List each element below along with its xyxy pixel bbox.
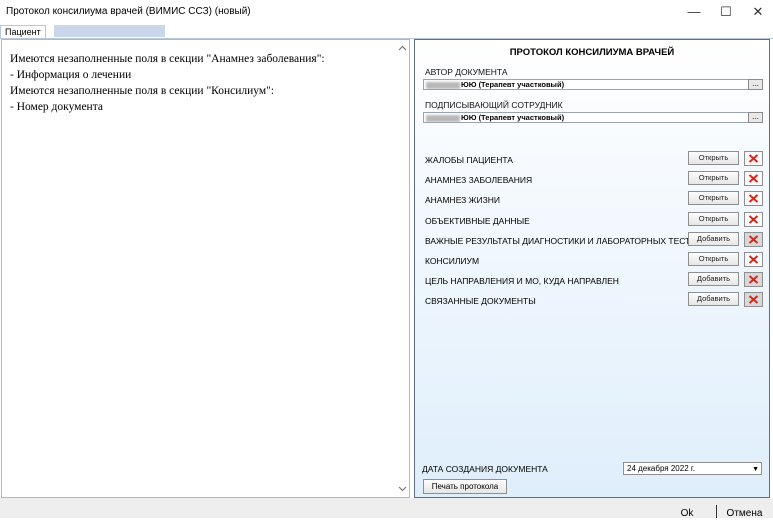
validation-line: Имеются незаполненные поля в секции "Кон… [10,85,275,97]
section-delete-button[interactable] [744,292,763,307]
section-action-button[interactable]: Открыть [688,151,739,165]
minimize-button[interactable]: — [679,0,709,24]
section-label: ВАЖНЫЕ РЕЗУЛЬТАТЫ ДИАГНОСТИКИ И ЛАБОРАТО… [425,236,703,246]
redacted-name [426,114,460,122]
validation-line: - Информация о лечении [10,69,132,81]
section-delete-button[interactable] [744,232,763,247]
date-value: 24 декабря 2022 г. [627,464,696,473]
section-action-button[interactable]: Открыть [688,212,739,226]
section-label: КОНСИЛИУМ [425,256,480,266]
red-x-icon [748,255,759,264]
author-value: (Терапевт участковый) [478,80,565,89]
validation-messages: Имеются незаполненные поля в секции "Ана… [10,51,390,115]
red-x-icon [748,235,759,244]
section-delete-button[interactable] [744,171,763,186]
section-action-button[interactable]: Добавить [688,292,739,306]
panel-title: ПРОТОКОЛ КОНСИЛИУМА ВРАЧЕЙ [509,47,675,58]
cancel-button[interactable]: Отмена [716,505,772,519]
red-x-icon [748,295,759,304]
author-browse-button[interactable]: ... [748,79,763,90]
section-action-button[interactable]: Открыть [688,171,739,185]
section-action-button[interactable]: Открыть [688,191,739,205]
signer-suffix: ЮЮ [461,113,477,122]
ok-button[interactable]: Ok [661,505,713,519]
chevron-up-icon[interactable] [395,42,409,54]
signer-value: (Терапевт участковый) [478,113,565,122]
redacted-name [426,81,460,89]
vertical-scrollbar[interactable] [395,40,409,497]
author-suffix: ЮЮ [461,80,477,89]
close-button[interactable]: ✕ [743,0,773,24]
section-action-button[interactable]: Добавить [688,232,739,246]
section-label: ЦЕЛЬ НАПРАВЛЕНИЯ И МО, КУДА НАПРАВЛЕН [425,276,619,286]
section-label: АНАМНЕЗ ЗАБОЛЕВАНИЯ [425,175,533,185]
window-title: Протокол консилиума врачей (ВИМИС ССЗ) (… [6,6,251,17]
signer-field[interactable]: ЮЮ (Терапевт участковый) [423,112,761,123]
section-delete-button[interactable] [744,151,763,166]
date-select[interactable]: 24 декабря 2022 г. ▼ [623,462,762,475]
validation-line: - Номер документа [10,101,103,113]
section-label: ЖАЛОБЫ ПАЦИЕНТА [425,155,513,165]
author-field[interactable]: ЮЮ (Терапевт участковый) [423,79,761,90]
tab-patient[interactable]: Пациент [0,25,46,39]
red-x-icon [748,275,759,284]
red-x-icon [748,215,759,224]
section-action-button[interactable]: Добавить [688,272,739,286]
section-delete-button[interactable] [744,272,763,287]
section-label: ОБЪЕКТИВНЫЕ ДАННЫЕ [425,216,530,226]
red-x-icon [748,194,759,203]
signer-label: ПОДПИСЫВАЮЩИЙ СОТРУДНИК [425,100,563,110]
section-delete-button[interactable] [744,212,763,227]
red-x-icon [748,174,759,183]
section-action-button[interactable]: Открыть [688,252,739,266]
maximize-button[interactable]: ☐ [711,0,741,24]
author-label: АВТОР ДОКУМЕНТА [425,67,508,77]
section-delete-button[interactable] [744,191,763,206]
validation-line: Имеются незаполненные поля в секции "Ана… [10,53,325,65]
tab-redacted[interactable] [54,25,165,37]
section-label: АНАМНЕЗ ЖИЗНИ [425,195,501,205]
section-delete-button[interactable] [744,252,763,267]
signer-browse-button[interactable]: ... [748,112,763,123]
section-label: СВЯЗАННЫЕ ДОКУМЕНТЫ [425,296,536,306]
chevron-down-icon[interactable]: ▼ [752,464,759,475]
dialog-footer [0,498,773,518]
chevron-down-icon[interactable] [395,483,409,495]
date-label: ДАТА СОЗДАНИЯ ДОКУМЕНТА [422,464,548,474]
red-x-icon [748,154,759,163]
print-protocol-button[interactable]: Печать протокола [423,479,507,494]
